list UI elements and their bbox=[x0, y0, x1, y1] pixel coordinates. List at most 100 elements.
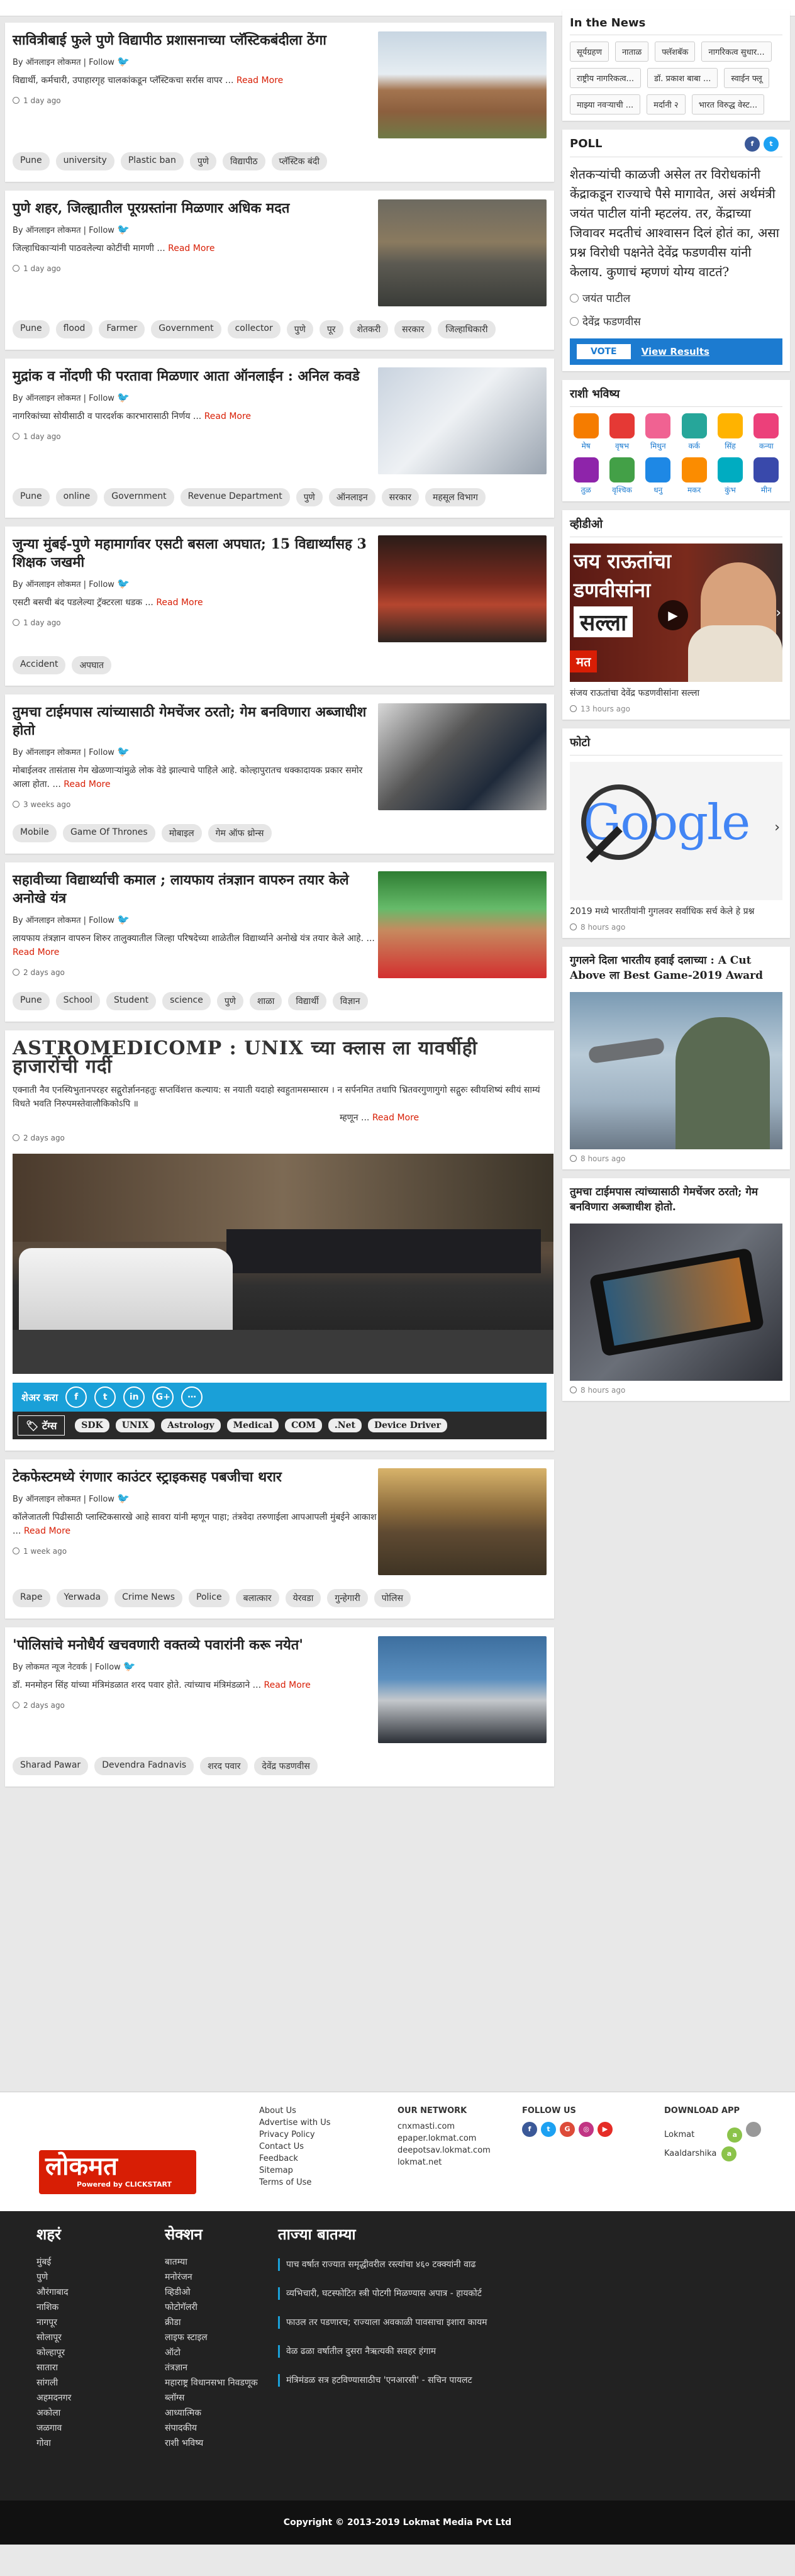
article-thumbnail[interactable] bbox=[378, 535, 547, 642]
side-card-2-image[interactable] bbox=[570, 1224, 782, 1381]
news-tag[interactable]: स्वाईन फ्लू bbox=[724, 68, 769, 88]
byline-text[interactable]: By ऑनलाइन लोकमत | Follow bbox=[13, 394, 114, 403]
tag-chip[interactable]: Sharad Pawar bbox=[13, 1757, 89, 1775]
city-link[interactable]: गोवा bbox=[36, 2436, 71, 2451]
photo-caption[interactable]: 2019 मध्ये भारतीयांनी गुगलवर सर्वाधिक सर… bbox=[570, 905, 782, 918]
tag-chip[interactable]: university bbox=[55, 152, 114, 170]
tag-chip[interactable]: विज्ञान bbox=[332, 992, 368, 1010]
city-link[interactable]: पुणे bbox=[36, 2270, 71, 2285]
article-title[interactable]: टेकफेस्टमध्ये रंगणार काउंटर स्ट्राइकसह प… bbox=[13, 1468, 377, 1486]
tag-chip[interactable]: पूर bbox=[319, 320, 343, 338]
read-more-link[interactable]: Read More bbox=[372, 1113, 419, 1123]
tag-chip[interactable]: सरकार bbox=[394, 320, 432, 338]
tag-chip[interactable]: प्लॅस्टिक बंदी bbox=[271, 152, 327, 170]
android-icon[interactable]: a bbox=[721, 2146, 737, 2161]
side-card-1-title[interactable]: गुगलने दिला भारतीय हवाई दलाच्या : A Cut … bbox=[570, 953, 782, 983]
article-title[interactable]: मुद्रांक व नोंदणी फी परतावा मिळणार आता ऑ… bbox=[13, 367, 377, 386]
rashi-item[interactable]: वृषभ bbox=[606, 413, 638, 451]
city-link[interactable]: सोलापूर bbox=[36, 2330, 71, 2345]
tag-chip[interactable]: पुणे bbox=[189, 152, 216, 170]
section-link[interactable]: संपादकीय bbox=[165, 2421, 258, 2436]
tag-chip[interactable]: Medical bbox=[226, 1419, 279, 1432]
facebook-icon[interactable]: f bbox=[65, 1386, 87, 1408]
section-link[interactable]: ऑटो bbox=[165, 2345, 258, 2360]
radio-icon[interactable] bbox=[570, 294, 579, 303]
city-link[interactable]: नाशिक bbox=[36, 2300, 71, 2315]
share-more-icon[interactable]: ⋯ bbox=[181, 1386, 203, 1408]
tag-chip[interactable]: विद्यापीठ bbox=[222, 152, 265, 170]
poll-option-1[interactable]: जयंत पाटील bbox=[570, 291, 782, 305]
rashi-item[interactable]: कन्या bbox=[750, 413, 782, 451]
network-link[interactable]: cnxmasti.com bbox=[398, 2122, 491, 2131]
footer-link[interactable]: Terms of Use bbox=[259, 2178, 331, 2187]
article-thumbnail[interactable] bbox=[378, 871, 547, 978]
section-link[interactable]: महाराष्ट्र विधानसभा निवडणूक bbox=[165, 2375, 258, 2390]
article-title[interactable]: सहावीच्या विद्यार्थ्याची कमाल ; लायफाय त… bbox=[13, 871, 377, 908]
twitter-icon[interactable]: 🐦 bbox=[117, 391, 130, 403]
tag-chip[interactable]: Police bbox=[189, 1589, 230, 1607]
video-next-icon[interactable]: › bbox=[776, 605, 781, 621]
latest-news-item[interactable]: फाउल तर पडणारच; राज्याला अवकाळी पावसाचा … bbox=[278, 2316, 542, 2329]
twitter-icon[interactable]: t bbox=[764, 137, 779, 152]
tag-chip[interactable]: COM bbox=[285, 1419, 322, 1432]
byline-text[interactable]: By ऑनलाइन लोकमत | Follow bbox=[13, 748, 114, 757]
app-lokmat[interactable]: Lokmat a bbox=[664, 2122, 765, 2143]
city-link[interactable]: सातारा bbox=[36, 2360, 71, 2375]
tag-chip[interactable]: Rape bbox=[13, 1589, 50, 1607]
tag-chip[interactable]: Revenue Department bbox=[180, 488, 290, 506]
tag-chip[interactable]: जिल्हाधिकारी bbox=[438, 320, 496, 338]
side-card-1-image[interactable] bbox=[570, 992, 782, 1149]
tag-chip[interactable]: .Net bbox=[328, 1419, 362, 1432]
news-tag[interactable]: सूर्यग्रहण bbox=[570, 42, 609, 62]
tag-chip[interactable]: Astrology bbox=[161, 1419, 221, 1432]
tag-chip[interactable]: UNIX bbox=[115, 1419, 155, 1432]
tag-chip[interactable]: Pune bbox=[13, 320, 50, 338]
news-tag[interactable]: फ्लॅशबॅक bbox=[655, 42, 696, 62]
tag-chip[interactable]: online bbox=[55, 488, 98, 506]
read-more-link[interactable]: Read More bbox=[13, 947, 59, 957]
android-icon[interactable]: a bbox=[727, 2127, 743, 2143]
tag-chip[interactable]: महसूल विभाग bbox=[425, 488, 486, 506]
twitter-icon[interactable]: 🐦 bbox=[117, 577, 130, 589]
tag-chip[interactable]: बलात्कार bbox=[235, 1589, 279, 1607]
tag-chip[interactable]: पोलिस bbox=[374, 1589, 411, 1607]
tag-chip[interactable]: Accident bbox=[13, 656, 66, 674]
linkedin-icon[interactable]: in bbox=[123, 1386, 145, 1408]
footer-link[interactable]: Contact Us bbox=[259, 2142, 331, 2151]
news-tag[interactable]: मर्दानी २ bbox=[647, 94, 686, 114]
tag-chip[interactable]: Pune bbox=[13, 992, 50, 1010]
tag-chip[interactable]: देवेंद्र फडणवीस bbox=[254, 1757, 318, 1775]
news-tag[interactable]: राष्ट्रीय नागरिकत्व... bbox=[570, 68, 641, 88]
tag-chip[interactable]: Game Of Thrones bbox=[62, 824, 155, 842]
byline-text[interactable]: By ऑनलाइन लोकमत | Follow bbox=[13, 58, 114, 67]
section-link[interactable]: तंत्रज्ञान bbox=[165, 2360, 258, 2375]
rashi-item[interactable]: मीन bbox=[750, 457, 782, 495]
article-thumbnail[interactable] bbox=[378, 31, 547, 138]
city-link[interactable]: जळगाव bbox=[36, 2421, 71, 2436]
article-title[interactable]: सावित्रीबाई फुले पुणे विद्यापीठ प्रशासना… bbox=[13, 31, 377, 50]
view-results-link[interactable]: View Results bbox=[642, 346, 709, 357]
tag-chip[interactable]: Farmer bbox=[99, 320, 145, 338]
footer-link[interactable]: Privacy Policy bbox=[259, 2130, 331, 2139]
tag-chip[interactable]: पुणे bbox=[216, 992, 243, 1010]
footer-link[interactable]: About Us bbox=[259, 2106, 331, 2116]
tag-chip[interactable]: SDK bbox=[75, 1419, 109, 1432]
tag-chip[interactable]: Pune bbox=[13, 152, 50, 170]
article-title[interactable]: जुन्या मुंबई-पुणे महामार्गावर एसटी बसला … bbox=[13, 535, 377, 572]
network-link[interactable]: lokmat.net bbox=[398, 2158, 491, 2167]
article-title[interactable]: पुणे शहर, जिल्ह्यातील पूरग्रस्तांना मिळण… bbox=[13, 199, 377, 218]
tag-chip[interactable]: ऑनलाइन bbox=[328, 488, 375, 506]
read-more-link[interactable]: Read More bbox=[204, 411, 251, 421]
city-link[interactable]: औरंगाबाद bbox=[36, 2285, 71, 2300]
radio-icon[interactable] bbox=[570, 317, 579, 326]
city-link[interactable]: अकोला bbox=[36, 2406, 71, 2421]
byline-text[interactable]: By ऑनलाइन लोकमत | Follow bbox=[13, 916, 114, 925]
tag-chip[interactable]: गुन्हेगारी bbox=[327, 1589, 368, 1607]
city-link[interactable]: कोल्हापूर bbox=[36, 2345, 71, 2360]
tag-chip[interactable]: शेतकरी bbox=[349, 320, 389, 338]
video-thumbnail[interactable]: जय राऊतांचा डणवीसांना सल्ला मत ▶ › bbox=[570, 544, 782, 682]
city-link[interactable]: मुंबई bbox=[36, 2255, 71, 2270]
facebook-icon[interactable]: f bbox=[745, 137, 760, 152]
read-more-link[interactable]: Read More bbox=[64, 779, 110, 789]
tag-chip[interactable]: मोबाइल bbox=[161, 824, 202, 842]
